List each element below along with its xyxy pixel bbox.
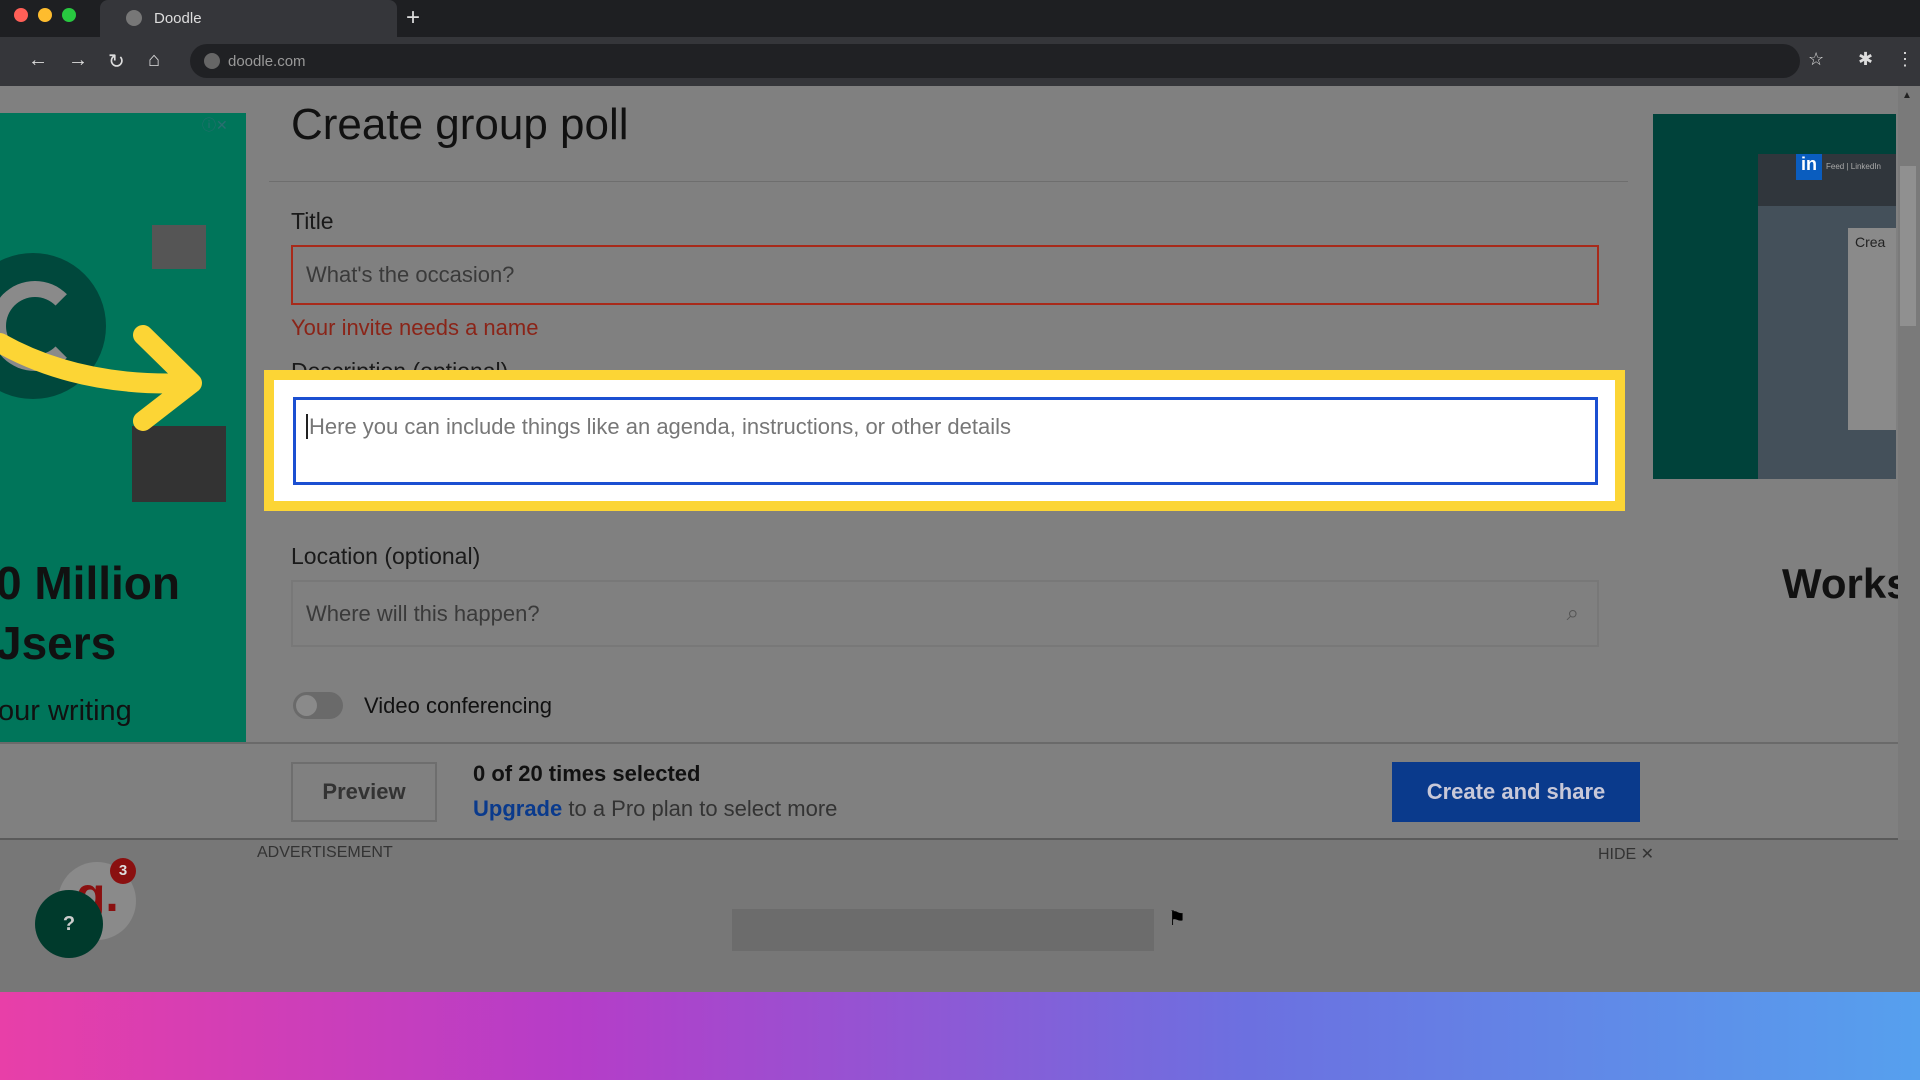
browser-toolbar: ← → ↻ ⌂ doodle.com ☆ ✱ ⋮ bbox=[0, 37, 1920, 86]
person-photo bbox=[152, 225, 206, 269]
ad-subtext: our writing bbox=[0, 695, 132, 727]
minimize-window-button[interactable] bbox=[38, 8, 52, 22]
background-gradient bbox=[0, 992, 1920, 1080]
create-and-share-button[interactable]: Create and share bbox=[1392, 762, 1640, 822]
location-input[interactable]: Where will this happen? ⌕ bbox=[291, 580, 1599, 647]
home-icon[interactable]: ⌂ bbox=[148, 49, 160, 72]
right-ad-text: Works bbox=[1782, 560, 1910, 607]
right-advertisement[interactable]: in Feed | LinkedIn Crea bbox=[1653, 114, 1896, 479]
ad-headline: 0 Million bbox=[0, 557, 180, 609]
ad-placeholder[interactable] bbox=[732, 909, 1154, 951]
preview-button[interactable]: Preview bbox=[291, 762, 437, 822]
ad-inner-title: Feed | LinkedIn bbox=[1826, 162, 1882, 171]
forward-icon[interactable]: → bbox=[68, 49, 88, 72]
browser-tab-bar: Doodle + bbox=[0, 0, 1920, 37]
title-error: Your invite needs a name bbox=[291, 315, 539, 340]
globe-icon bbox=[126, 10, 142, 26]
video-conferencing-toggle[interactable] bbox=[293, 692, 343, 719]
times-selected-count: 0 of 20 times selected bbox=[473, 761, 701, 786]
globe-icon bbox=[204, 53, 220, 69]
upgrade-text: to a Pro plan to select more bbox=[562, 796, 838, 821]
title-input[interactable]: What's the occasion? bbox=[291, 245, 1599, 305]
address-bar[interactable]: doodle.com bbox=[190, 44, 1800, 78]
page-title: Create group poll bbox=[291, 100, 629, 149]
search-icon: ⌕ bbox=[1566, 600, 1579, 625]
linkedin-icon: in bbox=[1796, 154, 1822, 180]
ad-headline: Jsers bbox=[0, 617, 117, 669]
close-window-button[interactable] bbox=[14, 8, 28, 22]
arrow-icon bbox=[0, 325, 202, 431]
url-text: doodle.com bbox=[228, 53, 306, 70]
title-label: Title bbox=[291, 208, 334, 234]
advertisement-label: ADVERTISEMENT bbox=[257, 844, 393, 861]
maximize-window-button[interactable] bbox=[62, 8, 76, 22]
extensions-icon[interactable]: ✱ bbox=[1858, 49, 1873, 70]
description-input[interactable]: Here you can include things like an agen… bbox=[293, 397, 1598, 485]
location-label: Location (optional) bbox=[291, 543, 481, 569]
browser-tab[interactable]: Doodle bbox=[100, 0, 397, 37]
back-icon[interactable]: ← bbox=[28, 49, 48, 72]
location-placeholder: Where will this happen? bbox=[306, 600, 540, 626]
scrollbar-thumb[interactable] bbox=[1900, 166, 1916, 326]
left-advertisement[interactable]: ⓘ✕ 0 Million Jsers our writing bbox=[0, 113, 246, 742]
video-conferencing-label: Video conferencing bbox=[364, 693, 552, 718]
hide-ad-button[interactable]: HIDE ✕ bbox=[1598, 844, 1654, 864]
ad-info-close-icon[interactable]: ⓘ✕ bbox=[202, 115, 242, 133]
ad-inner-text: Crea bbox=[1855, 234, 1886, 250]
help-button[interactable]: ? bbox=[35, 890, 103, 958]
bookmark-star-icon[interactable]: ☆ bbox=[1808, 49, 1824, 70]
reload-icon[interactable]: ↻ bbox=[108, 49, 125, 74]
menu-icon[interactable]: ⋮ bbox=[1896, 49, 1914, 70]
new-tab-button[interactable]: + bbox=[406, 4, 420, 32]
ad-screenshot: in Feed | LinkedIn Crea bbox=[1758, 154, 1896, 479]
description-placeholder: Here you can include things like an agen… bbox=[306, 414, 1011, 439]
divider bbox=[269, 181, 1628, 182]
tab-title: Doodle bbox=[154, 10, 202, 27]
flag-icon[interactable]: ⚑ bbox=[1168, 906, 1186, 931]
scroll-up-icon[interactable]: ▲ bbox=[1902, 90, 1912, 101]
title-placeholder: What's the occasion? bbox=[306, 262, 515, 287]
notification-badge: 3 bbox=[110, 858, 136, 884]
person-photo bbox=[132, 426, 226, 502]
upgrade-link[interactable]: Upgrade bbox=[473, 796, 562, 821]
